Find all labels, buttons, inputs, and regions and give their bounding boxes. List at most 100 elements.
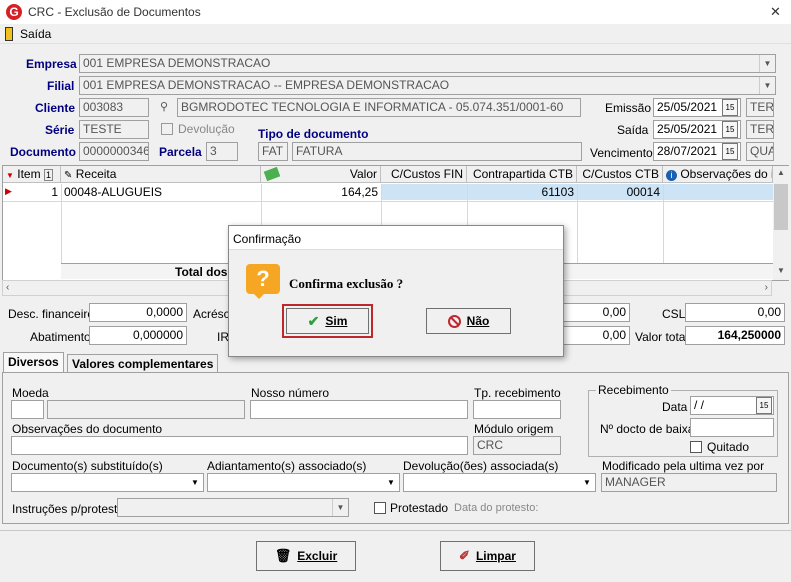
row-item: 1 (51, 185, 58, 199)
binoculars-icon[interactable]: ⚲ (155, 100, 173, 116)
modificado-label: Modificado pela ultima vez por (602, 459, 765, 473)
acresc-label: Acrésc (193, 307, 230, 321)
column-header-obs[interactable]: i Observações do item (663, 166, 773, 183)
saida-label: Saída (617, 123, 649, 137)
grid-line (663, 184, 664, 264)
sim-button[interactable]: ✔ Sim (286, 308, 369, 334)
tipo-name-field: FATURA (292, 142, 582, 161)
protestado-checkbox[interactable] (374, 502, 386, 514)
exit-door-icon (5, 27, 13, 41)
saida-weekday: TER (746, 120, 774, 139)
filial-label: Filial (47, 79, 75, 93)
dialog-titlebar: Confirmação (229, 226, 563, 250)
row-receita: 00048-ALUGUEIS (64, 185, 163, 199)
calendar-icon[interactable]: 15 (722, 143, 738, 160)
devolucoes-select[interactable] (403, 473, 596, 492)
limpar-button[interactable]: ✐ Limpar (440, 541, 535, 571)
tab-diversos[interactable]: Diversos (3, 352, 64, 372)
moeda-code-input[interactable] (11, 400, 44, 419)
cliente-name-field: BGMRODOTEC TECNOLOGIA E INFORMATICA - 05… (177, 98, 581, 117)
tp-recebimento-input[interactable] (473, 400, 561, 419)
grid-line (61, 184, 62, 264)
table-row[interactable]: ▶ 1 00048-ALUGUEIS 164,25 61103 00014 (3, 184, 773, 201)
chevron-down-icon[interactable]: ▼ (759, 77, 775, 94)
desc-fin-label: Desc. financeiro (8, 307, 95, 321)
column-header-item[interactable]: ▼ Item 1 (3, 166, 61, 183)
calendar-icon[interactable]: 15 (756, 397, 772, 414)
serie-input[interactable]: TESTE (79, 120, 149, 139)
chevron-down-icon[interactable]: ▼ (759, 55, 775, 72)
cliente-code-input[interactable]: 003083 (79, 98, 149, 117)
vencimento-weekday: QUA (746, 142, 774, 161)
column-header-cc-fin[interactable]: C/Custos FIN (381, 166, 467, 183)
title-bar: G CRC - Exclusão de Documentos ✕ (0, 0, 791, 24)
value-field-1[interactable]: 0,00 (560, 303, 630, 322)
total-label: Total dos (175, 265, 228, 279)
chevron-down-icon[interactable]: ▼ (332, 499, 348, 516)
grid-line (577, 184, 578, 264)
nosso-numero-input[interactable] (250, 400, 468, 419)
calendar-icon[interactable]: 15 (722, 99, 738, 116)
window-title: CRC - Exclusão de Documentos (28, 5, 201, 19)
abatimento-input[interactable]: 0,000000 (89, 326, 187, 345)
excluir-button[interactable]: 🗑 Excluir (256, 541, 356, 571)
broom-icon: ✐ (459, 548, 470, 563)
modulo-origem-label: Módulo origem (474, 422, 554, 436)
checkmark-icon: ✔ (307, 312, 320, 329)
empresa-select[interactable]: 001 EMPRESA DEMONSTRACAO (79, 54, 776, 73)
desc-fin-input[interactable]: 0,0000 (89, 303, 187, 322)
parcela-input[interactable]: 3 (206, 142, 238, 161)
chevron-down-icon[interactable]: ▼ (579, 474, 595, 491)
trash-icon: 🗑 (274, 548, 292, 563)
recebimento-label: Recebimento (596, 383, 671, 397)
menu-saida[interactable]: Saída (20, 27, 51, 41)
column-header-receita[interactable]: ✎ Receita (61, 166, 261, 183)
obs-doc-input[interactable] (11, 436, 468, 455)
pencil-icon: ✎ (64, 170, 73, 181)
tipo-code-field: FAT (258, 142, 288, 161)
devolucoes-label: Devolução(ões) associada(s) (403, 459, 559, 473)
adiantamento-select[interactable] (207, 473, 400, 492)
chevron-down-icon[interactable]: ▼ (383, 474, 399, 491)
ndocto-input[interactable] (690, 418, 774, 437)
empresa-label: Empresa (26, 57, 77, 71)
scrollbar-thumb[interactable] (774, 184, 788, 230)
menu-bar: Saída (0, 24, 791, 44)
valor-total-label: Valor total (635, 330, 689, 344)
column-header-contrapartida[interactable]: Contrapartida CTB (467, 166, 577, 183)
tp-recebimento-label: Tp. recebimento (474, 386, 561, 400)
chevron-down-icon[interactable]: ▼ (187, 474, 203, 491)
value-field-2[interactable]: 0,00 (560, 326, 630, 345)
tab-valores-complementares[interactable]: Valores complementares (67, 354, 219, 374)
column-header-valor[interactable]: Valor (261, 166, 381, 183)
obs-doc-label: Observações do documento (12, 422, 163, 436)
instrucoes-select[interactable] (117, 498, 349, 517)
valor-total-field: 164,250000 (685, 326, 785, 345)
row-cc-fin (381, 184, 467, 200)
moeda-name-field (47, 400, 245, 419)
devolucao-checkbox[interactable] (161, 123, 173, 135)
nao-button[interactable]: Não (426, 308, 511, 334)
vencimento-label: Vencimento (590, 146, 653, 160)
filial-select[interactable]: 001 EMPRESA DEMONSTRACAO -- EMPRESA DEMO… (79, 76, 776, 95)
app-logo-icon: G (6, 4, 22, 20)
calendar-icon[interactable]: 15 (722, 121, 738, 138)
documento-label: Documento (10, 145, 76, 159)
documento-input[interactable]: 0000000346 (79, 142, 149, 161)
emissao-weekday: TER (746, 98, 774, 117)
quitado-checkbox[interactable] (690, 441, 702, 453)
column-header-cc-ctb[interactable]: C/Custos CTB (577, 166, 663, 183)
nosso-numero-label: Nosso número (251, 386, 330, 400)
doc-subst-select[interactable] (11, 473, 204, 492)
csl-input[interactable]: 0,00 (685, 303, 785, 322)
dialog-title: Confirmação (233, 232, 302, 246)
doc-subst-label: Documento(s) substituído(s) (12, 459, 163, 473)
adiantamento-label: Adiantamento(s) associado(s) (207, 459, 367, 473)
tipo-documento-label: Tipo de documento (258, 127, 369, 141)
no-entry-icon (447, 314, 461, 328)
close-icon[interactable]: ✕ (770, 4, 781, 20)
info-icon: i (666, 170, 677, 181)
row-obs (663, 184, 773, 200)
modulo-origem-field: CRC (473, 436, 561, 455)
vertical-scrollbar[interactable]: ▲ ▼ (773, 166, 789, 280)
